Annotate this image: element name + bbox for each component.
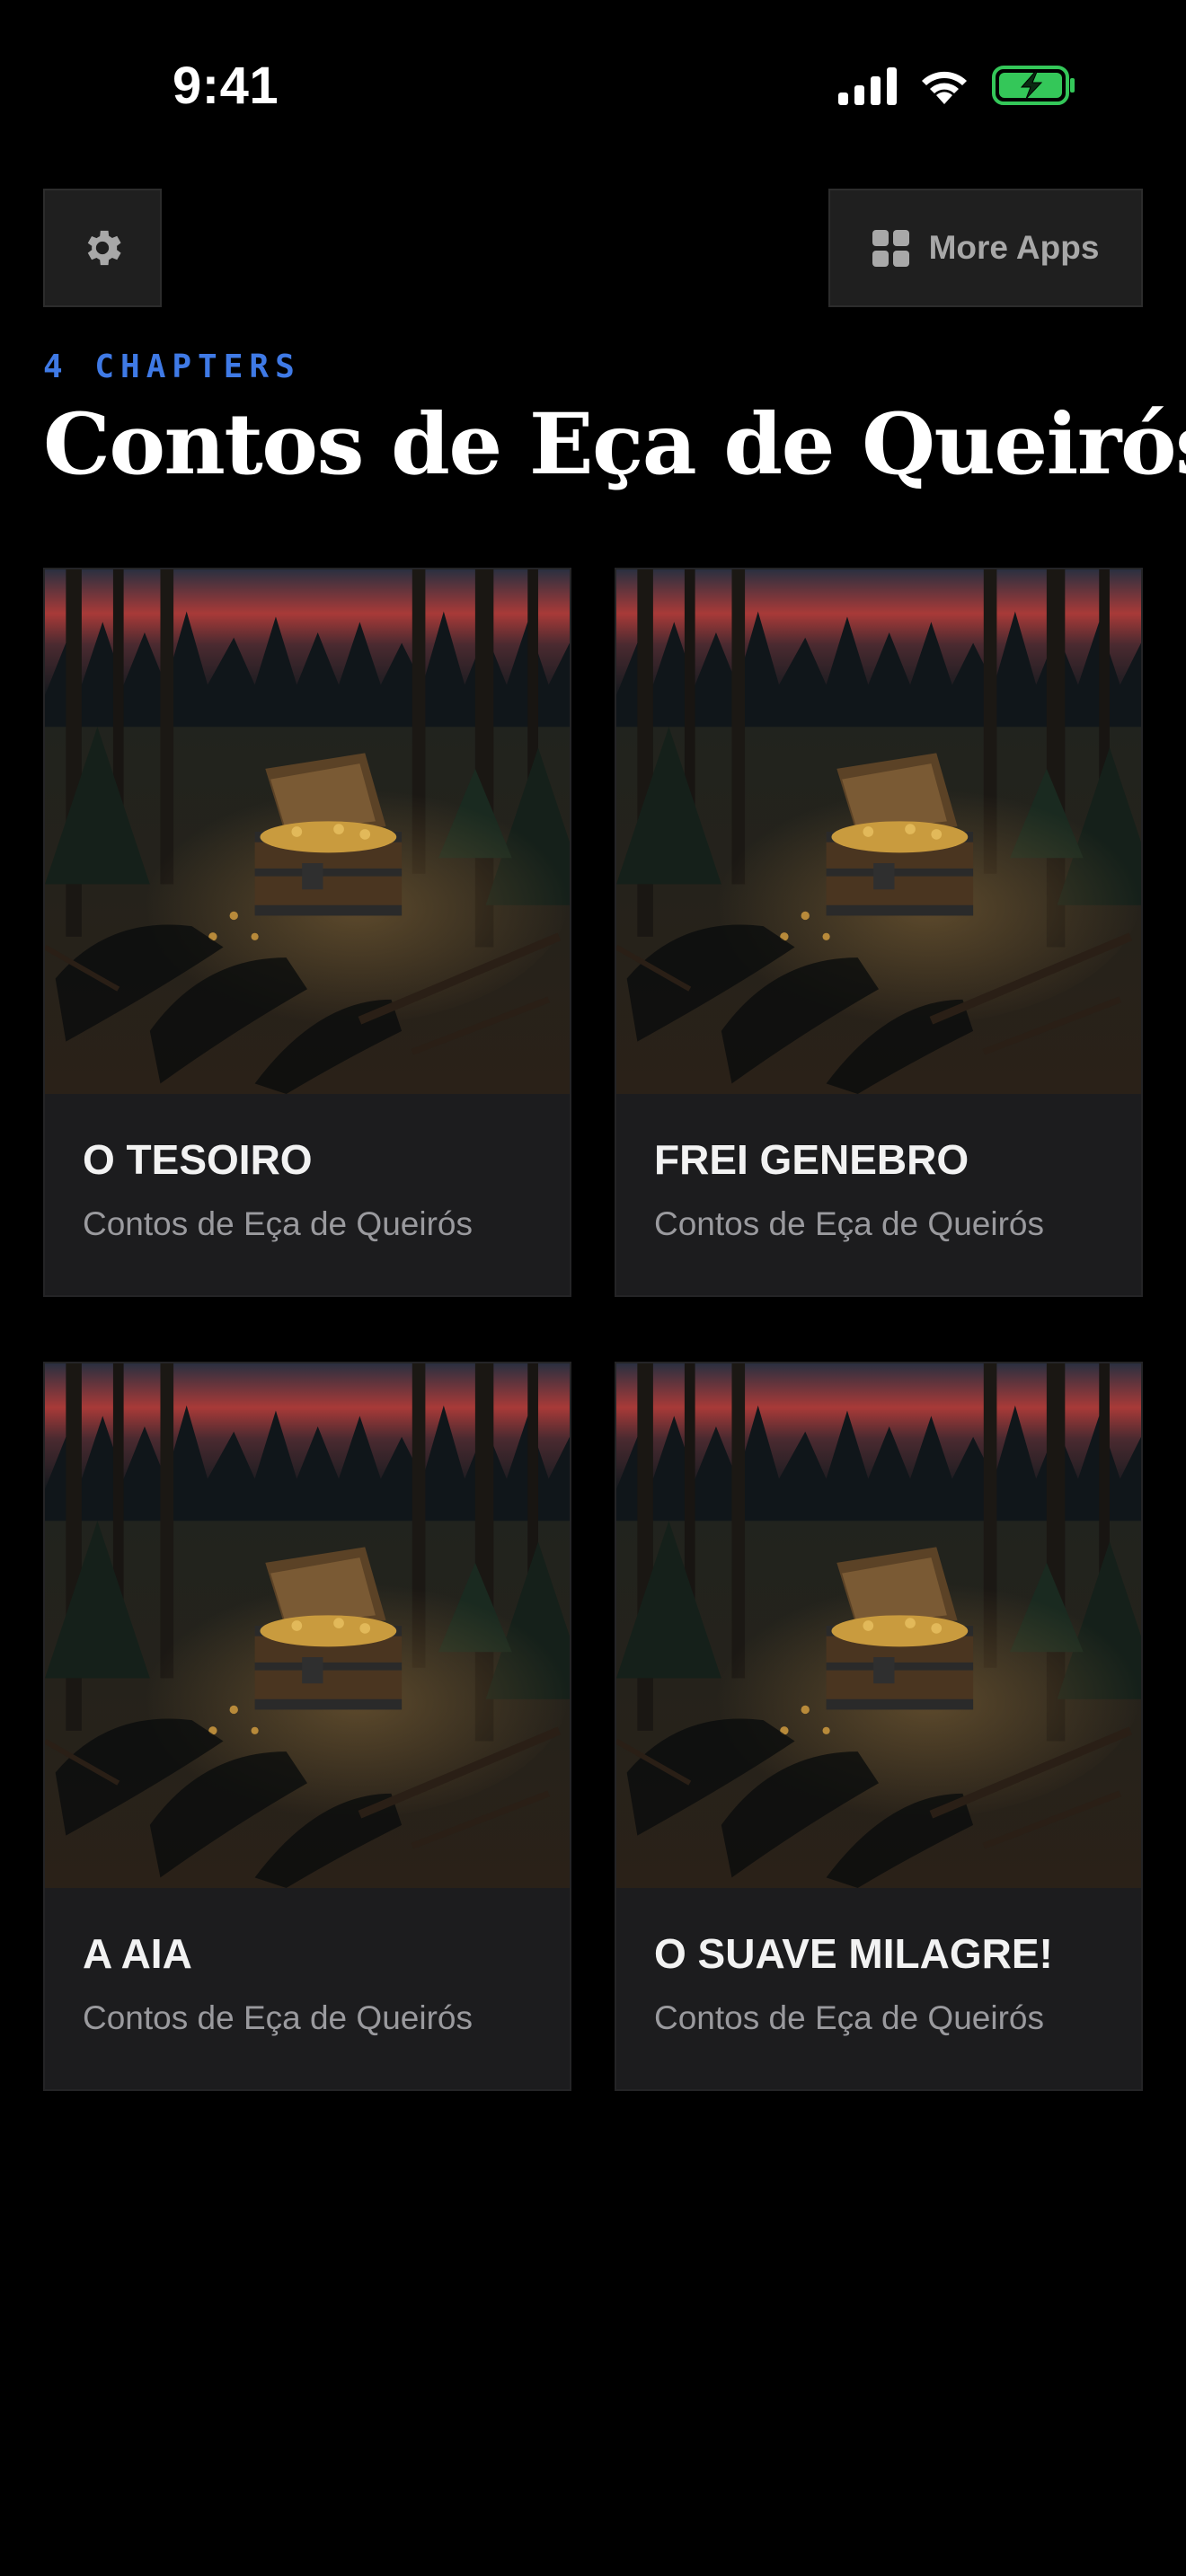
chapter-subtitle: Contos de Eça de Queirós bbox=[83, 1205, 473, 1242]
status-bar: 9:41 bbox=[0, 0, 1186, 171]
chapter-subtitle: Contos de Eça de Queirós bbox=[654, 1999, 1044, 2036]
battery-charging-icon bbox=[992, 66, 1075, 105]
chapter-title: O SUAVE MILAGRE! bbox=[654, 1930, 1053, 1977]
chapter-card[interactable]: A AIA Contos de Eça de Queirós bbox=[43, 1362, 571, 2091]
chapter-subtitle: Contos de Eça de Queirós bbox=[654, 1205, 1044, 1242]
cellular-signal-icon bbox=[838, 66, 897, 105]
chapter-title: FREI GENEBRO bbox=[654, 1136, 969, 1183]
status-icons bbox=[838, 65, 1076, 106]
status-time: 9:41 bbox=[173, 57, 279, 115]
chapter-subtitle: Contos de Eça de Queirós bbox=[83, 1999, 473, 2036]
more-apps-label: More Apps bbox=[928, 229, 1100, 266]
page-title: Contos de Eça de Queirós bbox=[43, 395, 1186, 494]
gear-icon bbox=[87, 230, 121, 266]
chapter-card[interactable]: O TESOIRO Contos de Eça de Queirós bbox=[43, 568, 571, 1297]
chapter-count: 4 CHAPTERS bbox=[43, 348, 301, 385]
chapter-cover-image bbox=[45, 1363, 570, 1888]
chapter-cover-image bbox=[616, 569, 1141, 1094]
chapter-title: A AIA bbox=[83, 1930, 192, 1977]
chapter-cover-image bbox=[45, 569, 570, 1094]
settings-button[interactable] bbox=[43, 189, 162, 307]
chapter-cover-image bbox=[616, 1363, 1141, 1888]
chapter-card[interactable]: FREI GENEBRO Contos de Eça de Queirós bbox=[615, 568, 1143, 1297]
chapter-card[interactable]: O SUAVE MILAGRE! Contos de Eça de Queiró… bbox=[615, 1362, 1143, 2091]
more-apps-button[interactable]: More Apps bbox=[828, 189, 1143, 307]
wifi-icon bbox=[922, 71, 967, 104]
chapter-title: O TESOIRO bbox=[83, 1136, 313, 1183]
grid-icon bbox=[872, 229, 909, 267]
